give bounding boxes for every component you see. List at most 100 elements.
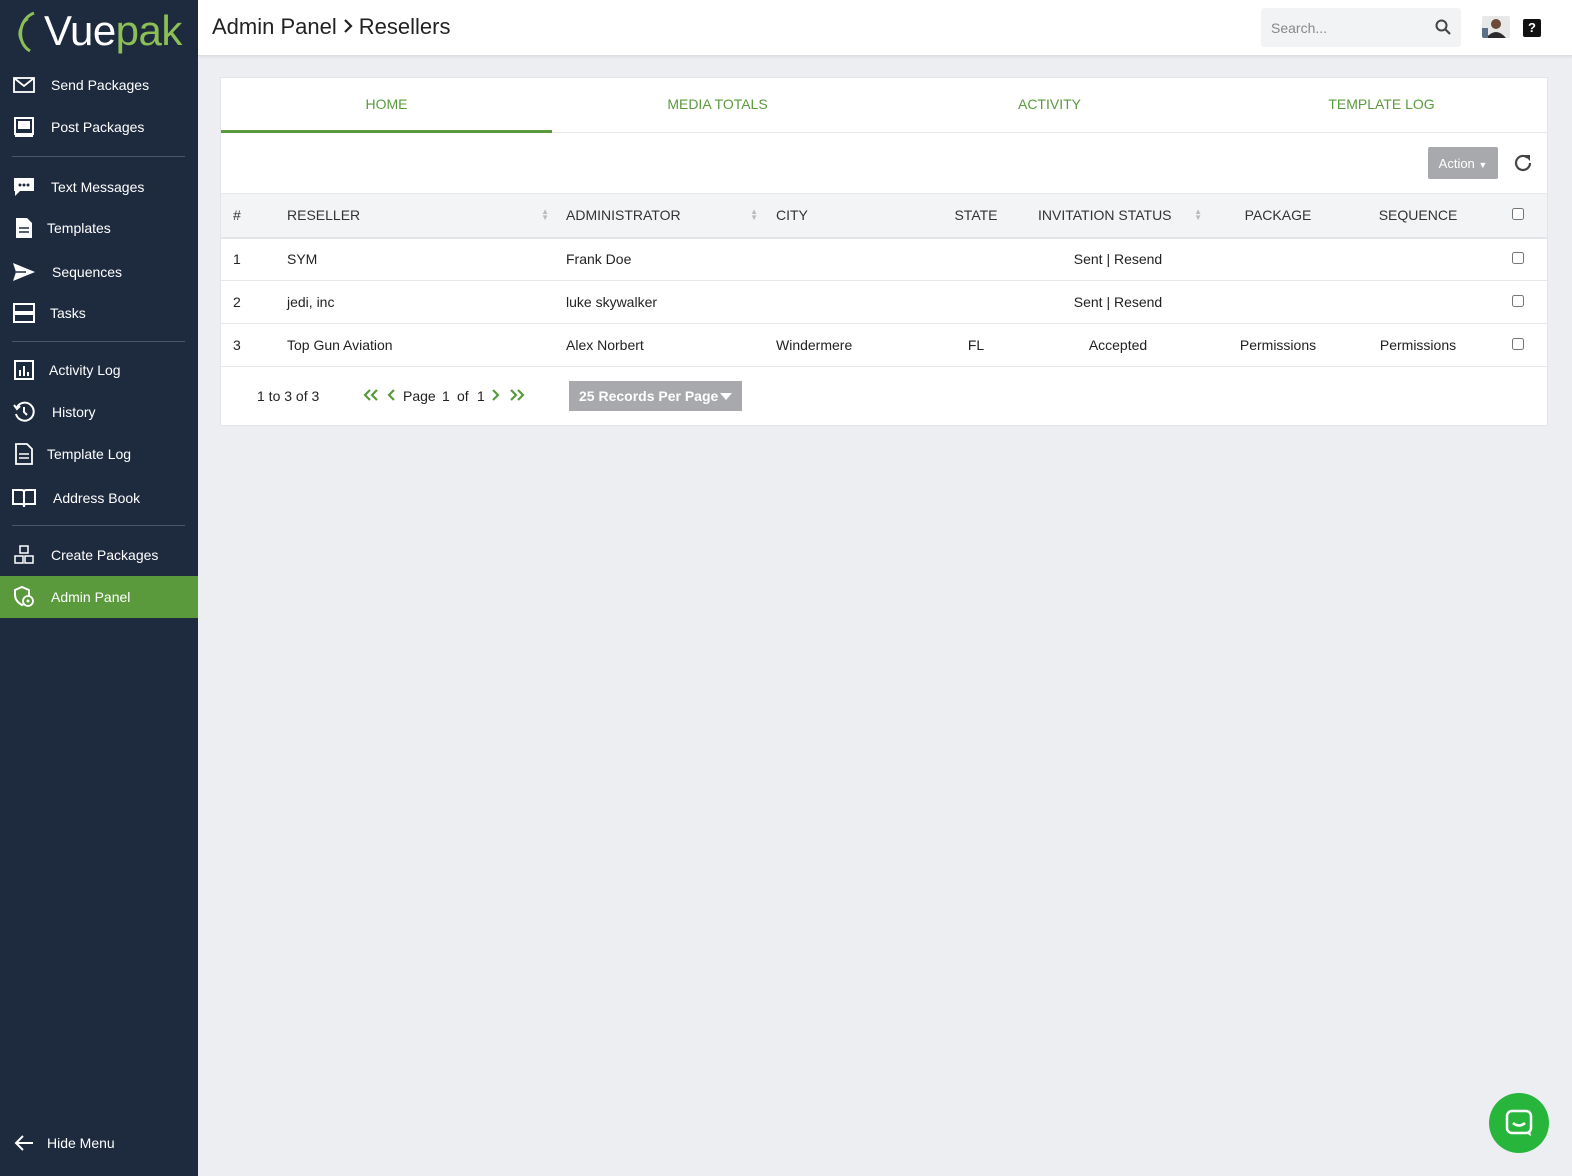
col-header-administrator[interactable]: ADMINISTRATOR ▲ ▼ [555, 194, 764, 238]
breadcrumb-admin-panel[interactable]: Admin Panel [212, 14, 337, 40]
arrow-left-icon [12, 1131, 36, 1155]
tab-media-totals[interactable]: MEDIA TOTALS [552, 78, 883, 133]
chevron-right-icon [343, 16, 353, 39]
boxes-icon [12, 543, 36, 567]
table-row[interactable]: 3 Top Gun Aviation Alex Norbert Winderme… [221, 324, 1547, 367]
document-icon [12, 442, 36, 466]
row-select-cell [1488, 324, 1547, 367]
search-box [1261, 8, 1461, 47]
cell-package [1208, 238, 1348, 281]
table-header-row: # RESELLER ▲ ▼ ADMINISTRATOR ▲ ▼ CITY STATE … [221, 193, 1547, 238]
tab-home[interactable]: HOME [221, 78, 552, 133]
col-header-city: CITY [776, 207, 808, 224]
search-input[interactable] [1261, 8, 1421, 47]
sidebar-item-create-packages[interactable]: Create Packages [0, 534, 198, 576]
bar-chart-icon [12, 358, 36, 382]
envelope-icon [12, 73, 36, 97]
cell-invitation-status[interactable]: Sent | Resend [1028, 281, 1208, 324]
sidebar-item-send-packages[interactable]: Send Packages [0, 64, 198, 106]
hide-menu-button[interactable]: Hide Menu [0, 1122, 198, 1164]
sidebar-item-label: Admin Panel [51, 589, 131, 605]
cell-administrator: Alex Norbert [566, 337, 644, 353]
sidebar-item-label: Post Packages [51, 119, 145, 135]
sidebar-item-label: Activity Log [49, 362, 121, 378]
row-checkbox[interactable] [1511, 295, 1524, 307]
sidebar-item-history[interactable]: History [0, 391, 198, 433]
first-page-icon[interactable] [363, 388, 379, 405]
sidebar-item-label: Create Packages [51, 547, 159, 563]
sidebar-item-post-packages[interactable]: Post Packages [0, 106, 198, 148]
sort-icon: ▲ ▼ [750, 207, 758, 222]
vuepak-logo[interactable]: Vuepak [8, 6, 182, 56]
cell-administrator: luke skywalker [566, 294, 658, 310]
current-page[interactable]: 1 [442, 388, 450, 404]
last-page-icon[interactable] [509, 388, 525, 405]
of-word: of [457, 388, 469, 404]
admin-icon [12, 585, 36, 609]
sidebar-item-templates[interactable]: Templates [0, 207, 198, 249]
col-header-label: RESELLER [287, 207, 361, 224]
cell-invitation-status[interactable]: Sent | Resend [1028, 238, 1208, 281]
table-row[interactable]: 1 SYM Frank Doe Sent | Resend [221, 238, 1547, 281]
cell-reseller: SYM [287, 251, 318, 268]
action-dropdown-button[interactable]: Action ▼ [1428, 147, 1498, 179]
help-button[interactable]: ? [1523, 19, 1541, 37]
search-icon[interactable] [1435, 19, 1451, 40]
cell-sequence [1348, 281, 1488, 324]
top-bar: Admin Panel Resellers ? [198, 0, 1572, 56]
select-all-checkbox[interactable] [1511, 208, 1524, 221]
cell-package[interactable]: Permissions [1208, 324, 1348, 367]
page-word: Page [403, 388, 436, 404]
sidebar-item-admin-panel[interactable]: Admin Panel [0, 576, 198, 618]
sidebar-item-label: Templates [47, 220, 111, 236]
tab-template-log[interactable]: TEMPLATE LOG [1216, 78, 1547, 133]
sidebar-item-address-book[interactable]: Address Book [0, 477, 198, 519]
cell-city [764, 281, 924, 324]
row-select-cell [1488, 281, 1547, 324]
sidebar-item-sequences[interactable]: Sequences [0, 251, 198, 293]
sidebar-item-text-messages[interactable]: Text Messages [0, 166, 198, 208]
total-pages: 1 [477, 388, 485, 404]
select-all-cell [1488, 194, 1547, 238]
prev-page-icon[interactable] [386, 388, 396, 405]
cell-number: 1 [233, 251, 241, 268]
cell-state [924, 238, 1028, 281]
row-checkbox[interactable] [1511, 338, 1524, 350]
paper-plane-icon [12, 260, 36, 284]
resellers-table: # RESELLER ▲ ▼ ADMINISTRATOR ▲ ▼ CITY STATE … [221, 193, 1547, 367]
history-icon [12, 400, 36, 424]
sort-icon: ▲ ▼ [1194, 207, 1202, 222]
col-header-reseller[interactable]: RESELLER ▲ ▼ [276, 194, 555, 238]
sidebar-item-template-log[interactable]: Template Log [0, 433, 198, 475]
sidebar: Vuepak Send Packages Post Packages Text … [0, 0, 198, 1176]
records-per-page-dropdown[interactable]: 25 Records Per Page [569, 381, 742, 411]
cell-sequence[interactable]: Permissions [1348, 324, 1488, 367]
cell-invitation-status[interactable]: Accepted [1028, 324, 1208, 367]
chat-icon [1505, 1109, 1533, 1136]
tasks-icon [12, 301, 36, 325]
breadcrumb-resellers: Resellers [358, 14, 451, 39]
sidebar-item-label: Text Messages [51, 179, 145, 195]
tab-activity[interactable]: ACTIVITY [884, 78, 1215, 133]
cell-reseller: jedi, inc [287, 294, 335, 310]
sidebar-item-label: Send Packages [51, 77, 150, 93]
document-icon [12, 216, 36, 240]
col-header-label: INVITATION STATUS [1038, 207, 1172, 224]
avatar[interactable] [1482, 16, 1510, 38]
table-row[interactable]: 2 jedi, inc luke skywalker Sent | Resend [221, 281, 1547, 324]
tab-bar: HOME MEDIA TOTALS ACTIVITY TEMPLATE LOG [221, 78, 1547, 133]
sidebar-item-tasks[interactable]: Tasks [0, 292, 198, 334]
cell-state: FL [967, 337, 985, 353]
sidebar-item-label: History [52, 404, 96, 420]
col-header-package: PACKAGE [1244, 207, 1312, 224]
col-header-invitation-status[interactable]: INVITATION STATUS ▲ ▼ [1028, 194, 1208, 238]
refresh-icon[interactable] [1512, 152, 1534, 174]
row-checkbox[interactable] [1511, 252, 1524, 265]
sidebar-item-activity-log[interactable]: Activity Log [0, 349, 198, 391]
next-page-icon[interactable] [491, 388, 501, 405]
pagination: 1 to 3 of 3 Page 1 of 1 25 Records Per P… [221, 381, 1547, 411]
row-select-cell [1488, 238, 1547, 281]
sidebar-divider [12, 525, 185, 526]
cell-sequence [1348, 238, 1488, 281]
chat-launcher-button[interactable] [1489, 1093, 1549, 1153]
